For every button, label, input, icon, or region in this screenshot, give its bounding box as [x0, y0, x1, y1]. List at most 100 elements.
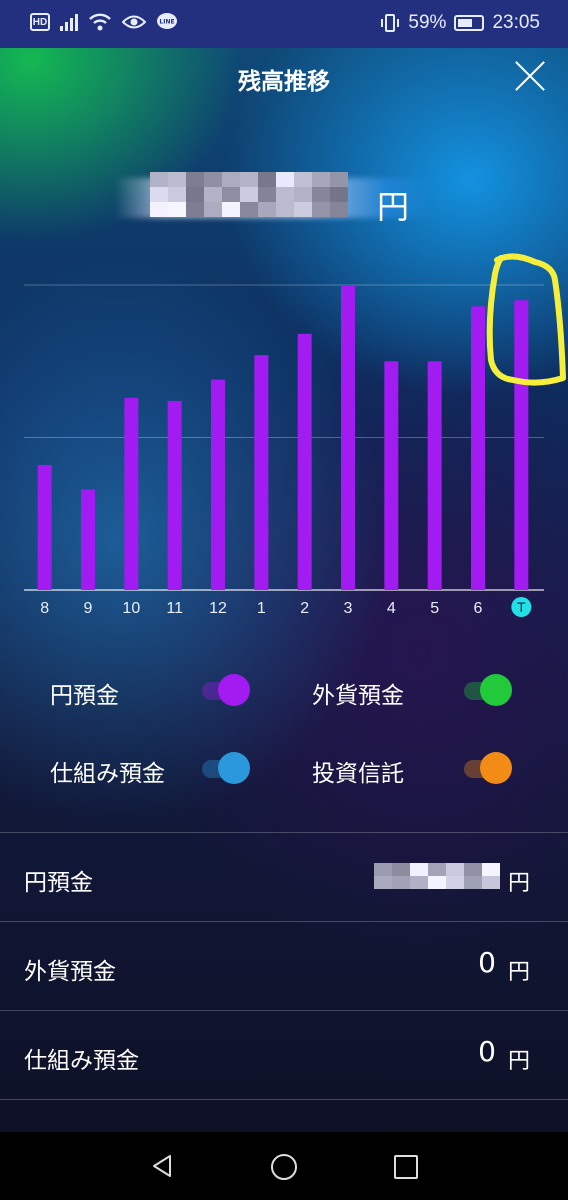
mosaic-cell	[186, 187, 204, 202]
wifi-icon	[89, 13, 111, 31]
toggle-knob	[480, 752, 512, 784]
signal-icon	[60, 13, 78, 31]
balance-list: 円預金 円 外貨預金 0 円 仕組み預金 0 円	[0, 832, 568, 1140]
mosaic-cell	[204, 202, 222, 217]
row-label: 外貨預金	[24, 959, 116, 985]
mosaic-cell	[464, 876, 482, 889]
x-tick-label: T	[517, 599, 526, 615]
back-triangle-icon[interactable]	[150, 1154, 174, 1178]
x-tick-label: 12	[209, 600, 227, 617]
row-unit: 円	[507, 871, 530, 896]
chart-bar	[37, 464, 52, 590]
mosaic-cell	[410, 863, 428, 876]
close-icon[interactable]	[514, 60, 546, 92]
x-tick-label: 8	[40, 600, 49, 617]
toggle-structured-deposit[interactable]	[200, 750, 250, 786]
x-tick-label: 11	[166, 600, 183, 617]
x-tick-label: 2	[300, 600, 309, 617]
chart-bar	[297, 333, 312, 590]
vibrate-icon	[381, 14, 400, 32]
battery-percent: 59%	[408, 12, 447, 33]
chart-bar	[341, 285, 355, 590]
list-item[interactable]: 外貨預金 0 円	[0, 921, 568, 1010]
clock: 23:05	[492, 12, 540, 33]
mosaic-cell	[150, 202, 168, 217]
chart-bar	[81, 489, 95, 590]
mosaic-cell	[204, 172, 222, 187]
mosaic-cell	[294, 187, 312, 202]
x-tick-label: 9	[84, 600, 93, 617]
mosaic-cell	[150, 172, 168, 187]
row-unit: 円	[507, 960, 530, 985]
mosaic-cell	[222, 172, 240, 187]
mosaic-cell	[258, 202, 276, 217]
home-circle-icon[interactable]	[271, 1154, 297, 1180]
mosaic-cell	[240, 172, 258, 187]
mosaic-cell	[186, 202, 204, 217]
total-balance: 円	[0, 170, 568, 230]
mosaic-cell	[240, 202, 258, 217]
mosaic-cell	[240, 187, 258, 202]
mosaic-cell	[294, 202, 312, 217]
row-label: 円預金	[24, 870, 93, 896]
toggle-yen-deposit[interactable]	[200, 672, 250, 708]
x-tick-label: 1	[257, 600, 266, 617]
chart-bar	[254, 355, 269, 590]
mosaic-cell	[258, 172, 276, 187]
mosaic-cell	[330, 172, 348, 187]
mosaic-cell	[150, 187, 168, 202]
mosaic-cell	[276, 172, 294, 187]
mosaic-cell	[276, 187, 294, 202]
toggle-label-structured-deposit: 仕組み預金	[50, 761, 165, 787]
hd-icon: HD	[30, 13, 50, 31]
masked-amount-mosaic	[150, 172, 348, 217]
navigation-bar	[0, 1132, 568, 1200]
chart-bar	[124, 397, 139, 590]
series-toggles: 円預金 外貨預金 仕組み預金 投資信託	[0, 660, 568, 800]
mosaic-cell	[482, 876, 500, 889]
mosaic-cell	[312, 172, 330, 187]
mosaic-cell	[392, 876, 410, 889]
mosaic-cell	[258, 187, 276, 202]
mosaic-cell	[330, 187, 348, 202]
mosaic-cell	[446, 863, 464, 876]
toggle-knob	[480, 674, 512, 706]
svg-text:LINE: LINE	[159, 19, 174, 26]
masked-value-mosaic	[374, 863, 500, 889]
total-unit: 円	[377, 188, 410, 226]
mosaic-cell	[464, 863, 482, 876]
toggle-knob	[218, 752, 250, 784]
list-item[interactable]: 円預金 円	[0, 832, 568, 921]
toggle-label-investment-trust: 投資信託	[312, 761, 404, 787]
mosaic-cell	[186, 172, 204, 187]
battery-icon	[454, 15, 485, 31]
mosaic-cell	[374, 863, 392, 876]
toggle-knob	[218, 674, 250, 706]
mosaic-cell	[410, 876, 428, 889]
page-title: 残高推移	[238, 69, 330, 95]
x-tick-label: 3	[344, 600, 353, 617]
mosaic-cell	[204, 187, 222, 202]
highlight-annotation	[486, 253, 566, 386]
mosaic-cell	[482, 863, 500, 876]
mosaic-cell	[168, 202, 186, 217]
row-value: 0	[478, 1035, 496, 1068]
chart-bar	[427, 361, 442, 590]
mosaic-cell	[312, 202, 330, 217]
toggle-foreign-deposit[interactable]	[462, 672, 512, 708]
status-bar: HD LINE 59% 23:05	[0, 0, 568, 48]
mosaic-cell	[312, 187, 330, 202]
list-item[interactable]: 仕組み預金 0 円	[0, 1010, 568, 1099]
recent-apps-square-icon[interactable]	[394, 1155, 418, 1179]
line-app-icon: LINE	[157, 13, 177, 29]
chart-bar	[167, 400, 182, 590]
chart-bar	[211, 379, 225, 590]
x-tick-label: 5	[430, 600, 439, 617]
mosaic-cell	[374, 876, 392, 889]
mosaic-cell	[428, 876, 446, 889]
toggle-investment-trust[interactable]	[462, 750, 512, 786]
mosaic-cell	[222, 187, 240, 202]
mosaic-cell	[168, 187, 186, 202]
x-tick-label: 10	[122, 600, 140, 617]
eye-icon	[122, 15, 146, 29]
